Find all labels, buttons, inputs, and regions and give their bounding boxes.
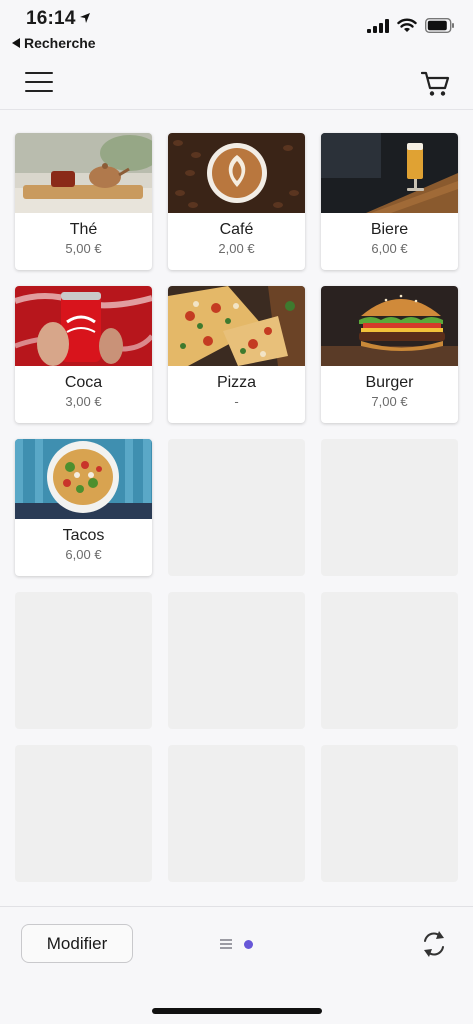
product-tile[interactable]: Biere 6,00 € bbox=[321, 133, 458, 270]
product-name: Thé bbox=[69, 221, 98, 238]
product-price: 3,00 € bbox=[65, 394, 102, 409]
battery-icon bbox=[425, 18, 454, 33]
product-price: 7,00 € bbox=[371, 394, 408, 409]
product-price: 2,00 € bbox=[218, 241, 255, 256]
app-bar bbox=[0, 56, 473, 110]
product-name: Biere bbox=[370, 221, 409, 238]
cart-icon[interactable] bbox=[421, 70, 451, 98]
product-tile[interactable]: Tacos 6,00 € bbox=[15, 439, 152, 576]
burger-image bbox=[321, 286, 458, 366]
back-triangle-icon bbox=[12, 38, 20, 48]
hamburger-icon[interactable] bbox=[25, 70, 53, 94]
product-tile[interactable]: Burger 7,00 € bbox=[321, 286, 458, 423]
empty-slot[interactable] bbox=[321, 439, 458, 576]
status-bar: 16:14 Recherche bbox=[0, 0, 473, 56]
empty-slot[interactable] bbox=[168, 745, 305, 882]
system-icons bbox=[367, 18, 455, 33]
location-arrow-icon bbox=[80, 13, 90, 23]
page-indicator[interactable] bbox=[220, 939, 253, 949]
refresh-icon[interactable] bbox=[421, 929, 447, 959]
signal-icon bbox=[367, 18, 389, 33]
empty-slot[interactable] bbox=[321, 592, 458, 729]
product-grid: Thé 5,00 € Café 2,00 € Biere 6,00 € Coca… bbox=[15, 133, 458, 882]
empty-slot[interactable] bbox=[15, 745, 152, 882]
list-page-icon[interactable] bbox=[220, 939, 232, 949]
active-page-dot[interactable] bbox=[244, 939, 253, 949]
product-price: 6,00 € bbox=[65, 547, 102, 562]
back-to-app-link[interactable]: Recherche bbox=[12, 35, 96, 51]
product-tile[interactable]: Café 2,00 € bbox=[168, 133, 305, 270]
tea-image bbox=[15, 133, 152, 213]
empty-slot[interactable] bbox=[321, 745, 458, 882]
tacos-image bbox=[15, 439, 152, 519]
product-tile[interactable]: Coca 3,00 € bbox=[15, 286, 152, 423]
product-name: Burger bbox=[365, 374, 414, 391]
product-price: - bbox=[234, 394, 239, 409]
product-tile[interactable]: Thé 5,00 € bbox=[15, 133, 152, 270]
back-app-label: Recherche bbox=[24, 35, 96, 51]
coffee-image bbox=[168, 133, 305, 213]
bottom-bar: Modifier bbox=[0, 906, 473, 1024]
empty-slot[interactable] bbox=[168, 439, 305, 576]
pizza-image bbox=[168, 286, 305, 366]
product-tile[interactable]: Pizza - bbox=[168, 286, 305, 423]
empty-slot[interactable] bbox=[15, 592, 152, 729]
product-name: Pizza bbox=[216, 374, 257, 391]
home-indicator[interactable] bbox=[152, 1008, 322, 1014]
cola-image bbox=[15, 286, 152, 366]
beer-image bbox=[321, 133, 458, 213]
product-name: Café bbox=[219, 221, 254, 238]
product-price: 6,00 € bbox=[371, 241, 408, 256]
modify-button[interactable]: Modifier bbox=[21, 924, 133, 963]
product-price: 5,00 € bbox=[65, 241, 102, 256]
wifi-icon bbox=[397, 18, 417, 32]
product-name: Coca bbox=[64, 374, 103, 391]
clock: 16:14 bbox=[26, 8, 76, 29]
empty-slot[interactable] bbox=[168, 592, 305, 729]
product-name: Tacos bbox=[62, 527, 105, 544]
